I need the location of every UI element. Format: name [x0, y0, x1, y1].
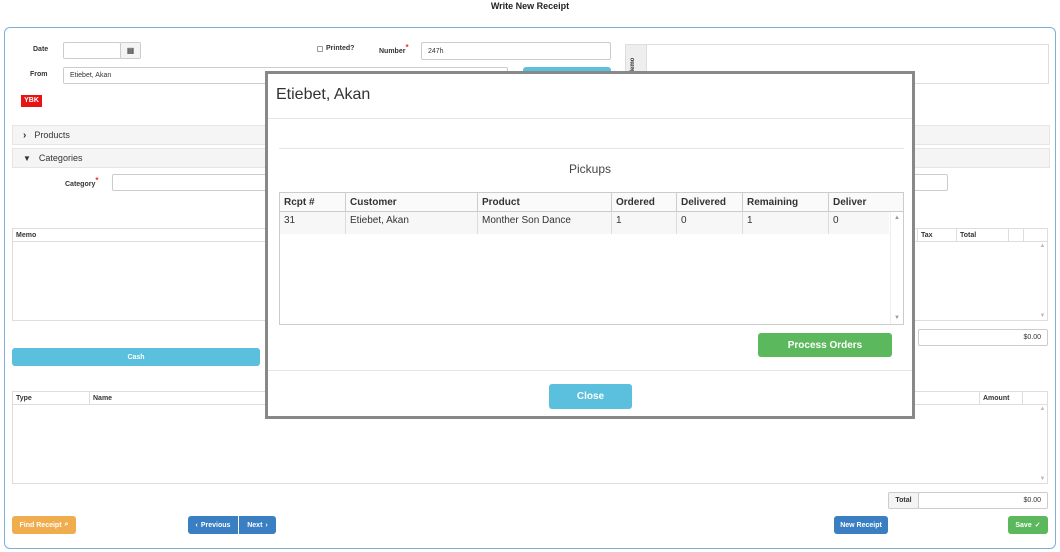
previous-button[interactable]: ‹ Previous	[188, 516, 238, 534]
col-customer: Customer	[346, 193, 478, 212]
from-label: From	[30, 71, 48, 78]
pickups-modal: Etiebet, Akan Pickups Rcpt # Customer Pr…	[265, 71, 915, 419]
products-label: Products	[34, 130, 70, 140]
scroll-up-icon[interactable]: ▲	[1038, 406, 1047, 412]
cell-product: Monther Son Dance	[478, 212, 612, 234]
chevron-down-icon: ▼	[23, 153, 31, 163]
category-label: Category*	[65, 176, 99, 188]
process-orders-button[interactable]: Process Orders	[758, 333, 892, 357]
col-tax: Tax	[917, 229, 957, 242]
search-icon: ⌕	[64, 521, 69, 528]
new-receipt-button[interactable]: New Receipt	[834, 516, 888, 534]
col-type: Type	[13, 392, 90, 405]
calendar-icon: ▦	[126, 46, 135, 55]
cash-button[interactable]: Cash	[12, 348, 260, 366]
chevron-right-icon: ›	[265, 521, 268, 529]
printed-checkbox[interactable]	[317, 45, 323, 52]
close-button[interactable]: Close	[549, 384, 632, 409]
col-remaining: Remaining	[743, 193, 829, 212]
divider	[279, 148, 904, 149]
col-product: Product	[478, 193, 612, 212]
scroll-up-icon[interactable]: ▲	[891, 215, 903, 221]
scroll-down-icon[interactable]: ▼	[1038, 313, 1047, 319]
calendar-button[interactable]: ▦	[120, 42, 141, 59]
cell-rcpt: 31	[280, 212, 346, 234]
scroll-down-icon[interactable]: ▼	[1038, 476, 1047, 482]
cell-deliver-input[interactable]: 0	[829, 212, 889, 234]
divider	[268, 370, 912, 371]
total-value: $0.00	[918, 492, 1048, 509]
pickups-grid: Rcpt # Customer Product Ordered Delivere…	[279, 192, 904, 325]
cell-customer: Etiebet, Akan	[346, 212, 478, 234]
scroll-down-icon[interactable]: ▼	[891, 315, 903, 321]
number-label: Number*	[379, 43, 409, 55]
find-receipt-button[interactable]: Find Receipt ⌕	[12, 516, 76, 534]
divider	[268, 118, 912, 119]
save-button[interactable]: Save ✓	[1008, 516, 1048, 534]
table-row[interactable]: 31 Etiebet, Akan Monther Son Dance 1 0 1…	[280, 212, 889, 234]
cell-delivered: 0	[677, 212, 743, 234]
scrollbar[interactable]: ▲ ▼	[890, 212, 903, 324]
total-label: Total	[888, 492, 919, 509]
cell-ordered: 1	[612, 212, 677, 234]
subtotal-value: $0.00	[918, 329, 1048, 346]
col-delivered: Delivered	[677, 193, 743, 212]
col-rcpt: Rcpt #	[280, 193, 346, 212]
chevron-left-icon: ‹	[195, 521, 198, 529]
col-deliver: Deliver	[833, 197, 867, 208]
printed-label: Printed?	[326, 45, 355, 52]
page-title: Write New Receipt	[490, 1, 570, 11]
next-button[interactable]: Next ›	[239, 516, 276, 534]
cell-remaining: 1	[743, 212, 829, 234]
categories-label: Categories	[38, 153, 83, 163]
col-ordered: Ordered	[612, 193, 677, 212]
col-amount: Amount	[979, 392, 1023, 405]
pickups-title: Pickups	[568, 162, 612, 176]
col-total: Total	[957, 229, 1009, 242]
number-input[interactable]: 247h	[421, 42, 611, 60]
ybk-badge: YBK	[21, 95, 42, 107]
chevron-right-icon: ›	[23, 129, 27, 141]
modal-title: Etiebet, Akan	[276, 86, 371, 103]
date-input[interactable]	[63, 42, 121, 59]
check-circle-icon: ✓	[1034, 522, 1041, 529]
scroll-up-icon[interactable]: ▲	[1038, 243, 1047, 249]
date-label: Date	[33, 46, 49, 53]
